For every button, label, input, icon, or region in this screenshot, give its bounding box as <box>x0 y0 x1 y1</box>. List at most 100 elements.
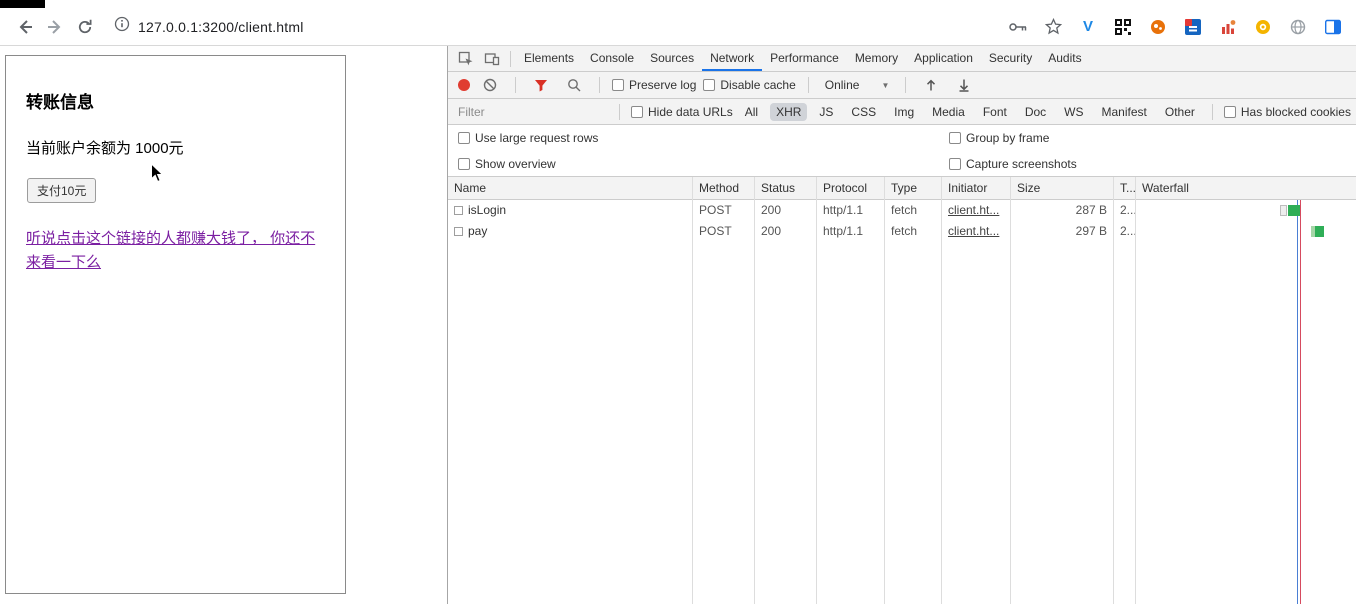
type-filter-all[interactable]: All <box>739 103 764 121</box>
tab-security[interactable]: Security <box>981 46 1040 71</box>
type-filter-doc[interactable]: Doc <box>1019 103 1052 121</box>
hide-data-urls-checkbox-group[interactable]: Hide data URLs <box>631 105 733 119</box>
use-large-request-rows-checkbox[interactable] <box>458 132 470 144</box>
tab-sources[interactable]: Sources <box>642 46 702 71</box>
type-filter-other[interactable]: Other <box>1159 103 1201 121</box>
request-size[interactable]: 297 B <box>1011 221 1113 242</box>
capture-screenshots-checkbox[interactable] <box>949 157 961 170</box>
network-filter-bar: Hide data URLs All XHR JS CSS Img Media … <box>448 99 1356 125</box>
reload-button[interactable] <box>70 12 100 42</box>
preserve-log-checkbox[interactable] <box>612 79 624 91</box>
request-type[interactable]: fetch <box>885 221 941 242</box>
device-toolbar-icon[interactable] <box>479 47 505 71</box>
tab-console[interactable]: Console <box>582 46 642 71</box>
has-blocked-cookies-checkbox-group[interactable]: Has blocked cookies <box>1223 105 1351 119</box>
group-by-frame-checkbox[interactable] <box>949 132 961 144</box>
browser-extensions-area: V <box>1009 18 1346 36</box>
export-har-icon[interactable] <box>951 73 977 97</box>
request-status[interactable]: 200 <box>755 200 816 221</box>
extension-qr-icon[interactable] <box>1114 18 1132 36</box>
column-header-type[interactable]: Type <box>885 177 941 200</box>
waterfall-queue-bar-isLogin[interactable] <box>1280 205 1287 216</box>
column-header-protocol[interactable]: Protocol <box>817 177 884 200</box>
show-overview-checkbox[interactable] <box>458 157 470 170</box>
column-initiator: Initiator client.ht... client.ht... <box>942 177 1011 604</box>
request-initiator-link[interactable]: client.ht... <box>942 200 1010 221</box>
extension-red-blue-icon[interactable] <box>1184 18 1202 36</box>
forward-arrow-icon <box>48 19 61 34</box>
bookmark-star-icon[interactable] <box>1044 18 1062 36</box>
preserve-log-checkbox-group[interactable]: Preserve log <box>612 78 696 92</box>
request-row-isLogin[interactable]: isLogin <box>448 200 692 221</box>
column-header-status[interactable]: Status <box>755 177 816 200</box>
network-table: Name isLogin pay Method POST POST Status… <box>448 177 1356 604</box>
tab-application[interactable]: Application <box>906 46 981 71</box>
type-filter-js[interactable]: JS <box>813 103 839 121</box>
address-bar[interactable]: 127.0.0.1:3200/client.html <box>114 16 304 37</box>
request-time[interactable]: 2... <box>1114 221 1135 242</box>
type-filter-media[interactable]: Media <box>926 103 971 121</box>
filter-funnel-icon[interactable] <box>528 73 554 97</box>
waterfall-bar-pay[interactable] <box>1311 226 1324 237</box>
pay-button[interactable]: 支付10元 <box>27 178 97 203</box>
inspect-element-icon[interactable] <box>453 47 479 71</box>
request-method[interactable]: POST <box>693 200 754 221</box>
import-har-icon[interactable] <box>918 73 944 97</box>
record-button[interactable] <box>458 79 470 91</box>
info-icon[interactable] <box>114 16 130 37</box>
search-icon[interactable] <box>561 73 587 97</box>
tab-audits[interactable]: Audits <box>1040 46 1089 71</box>
disable-cache-checkbox-group[interactable]: Disable cache <box>703 78 796 92</box>
column-header-initiator[interactable]: Initiator <box>942 177 1010 200</box>
divider <box>619 103 620 120</box>
phishing-link[interactable]: 听说点击这个链接的人都赚大钱了， 你还不来看一下么 <box>26 227 325 275</box>
column-header-method[interactable]: Method <box>693 177 754 200</box>
hide-data-urls-checkbox[interactable] <box>631 105 643 118</box>
clear-icon[interactable] <box>477 73 503 97</box>
request-row-pay[interactable]: pay <box>448 221 692 242</box>
back-button[interactable] <box>10 12 40 42</box>
disable-cache-checkbox[interactable] <box>703 79 716 91</box>
extension-sidebar-icon[interactable] <box>1324 18 1342 36</box>
url-text: 127.0.0.1:3200/client.html <box>138 18 304 35</box>
request-initiator-link[interactable]: client.ht... <box>942 221 1010 242</box>
type-filter-img[interactable]: Img <box>888 103 920 121</box>
tab-network[interactable]: Network <box>702 46 763 71</box>
column-status: Status 200 200 <box>755 177 817 604</box>
extension-orange-circle-icon[interactable] <box>1149 18 1167 36</box>
column-header-waterfall[interactable]: Waterfall <box>1136 177 1356 200</box>
type-filter-css[interactable]: CSS <box>845 103 882 121</box>
type-filter-ws[interactable]: WS <box>1058 103 1089 121</box>
waterfall-bar-isLogin[interactable] <box>1288 205 1300 216</box>
show-overview-group[interactable]: Show overview <box>458 157 556 171</box>
request-protocol[interactable]: http/1.1 <box>817 221 884 242</box>
tab-performance[interactable]: Performance <box>762 46 847 71</box>
forward-button[interactable] <box>40 12 70 42</box>
type-filter-manifest[interactable]: Manifest <box>1096 103 1153 121</box>
type-filter-xhr[interactable]: XHR <box>770 102 808 121</box>
key-icon[interactable] <box>1009 18 1027 36</box>
filter-input[interactable] <box>458 104 608 119</box>
group-by-frame-group[interactable]: Group by frame <box>949 131 1049 145</box>
extension-globe-icon[interactable] <box>1289 18 1307 36</box>
column-time: T... 2... 2... <box>1114 177 1136 604</box>
has-blocked-cookies-checkbox[interactable] <box>1223 105 1236 118</box>
extension-red-chart-icon[interactable] <box>1219 18 1237 36</box>
request-protocol[interactable]: http/1.1 <box>817 200 884 221</box>
column-header-time[interactable]: T... <box>1114 177 1135 200</box>
request-type[interactable]: fetch <box>885 200 941 221</box>
type-filter-font[interactable]: Font <box>977 103 1013 121</box>
column-header-name[interactable]: Name <box>448 177 692 200</box>
use-large-request-rows-group[interactable]: Use large request rows <box>458 131 598 145</box>
request-method[interactable]: POST <box>693 221 754 242</box>
tab-memory[interactable]: Memory <box>847 46 906 71</box>
capture-screenshots-group[interactable]: Capture screenshots <box>949 157 1077 171</box>
throttling-select[interactable]: Online ▼ <box>821 78 894 92</box>
extension-yellow-circle-icon[interactable] <box>1254 18 1272 36</box>
request-size[interactable]: 287 B <box>1011 200 1113 221</box>
tab-elements[interactable]: Elements <box>516 46 582 71</box>
request-time[interactable]: 2... <box>1114 200 1135 221</box>
column-header-size[interactable]: Size <box>1011 177 1113 200</box>
request-status[interactable]: 200 <box>755 221 816 242</box>
extension-v-icon[interactable]: V <box>1079 18 1097 36</box>
